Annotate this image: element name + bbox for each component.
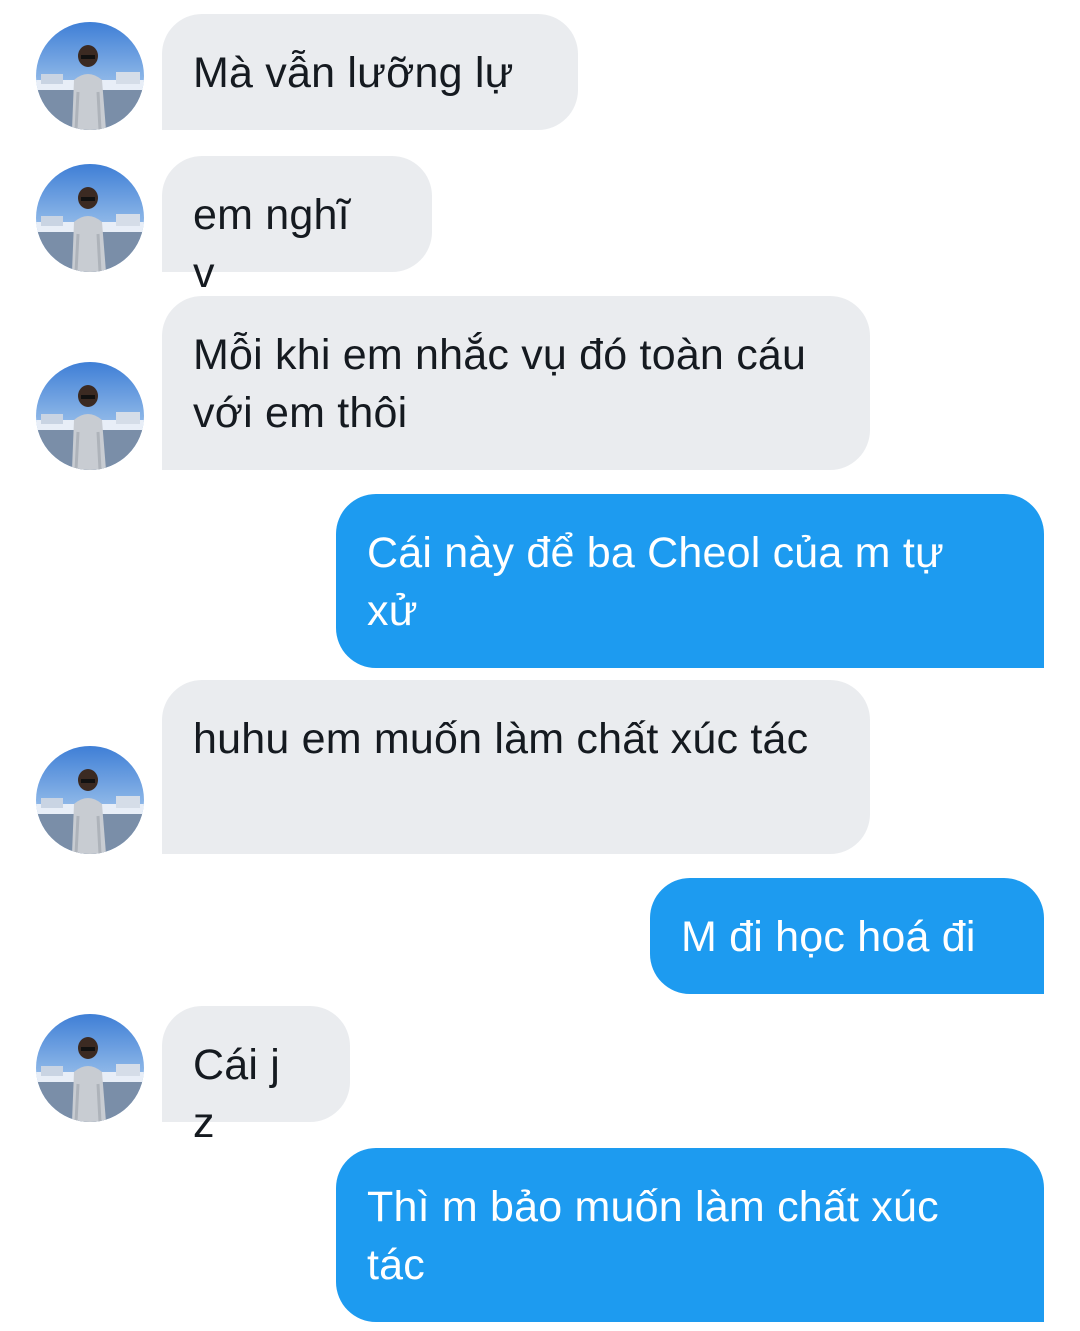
message-row-outgoing: Thì m bảo muốn làm chất xúc tác [0,1148,1080,1322]
avatar-photo-icon [36,1014,144,1122]
message-row-outgoing: Cái này để ba Cheol của m tự xử [0,494,1080,668]
contact-avatar[interactable] [36,164,144,272]
message-bubble-incoming[interactable]: em nghĩ v [162,156,432,297]
message-bubble-incoming[interactable]: Mà vẫn lưỡng lự [162,14,578,130]
message-row-incoming: Mỗi khi em nhắc vụ đó toàn cáu với em th… [0,296,1080,470]
contact-avatar[interactable] [36,22,144,130]
message-bubble-incoming[interactable]: huhu em muốn làm chất xúc tác [162,680,870,854]
message-bubble-incoming[interactable]: Cái j z [162,1006,350,1147]
message-bubble-incoming[interactable]: Mỗi khi em nhắc vụ đó toàn cáu với em th… [162,296,870,470]
message-bubble-outgoing[interactable]: Cái này để ba Cheol của m tự xử [336,494,1044,668]
contact-avatar[interactable] [36,1014,144,1122]
message-thread: Mà vẫn lưỡng lự em nghĩ v Mỗi khi em nhắ… [0,0,1080,1331]
contact-avatar[interactable] [36,362,144,470]
message-row-incoming: huhu em muốn làm chất xúc tác [0,680,1080,854]
avatar-photo-icon [36,164,144,272]
message-bubble-outgoing[interactable]: Thì m bảo muốn làm chất xúc tác [336,1148,1044,1322]
avatar-photo-icon [36,746,144,854]
avatar-photo-icon [36,22,144,130]
message-bubble-outgoing[interactable]: M đi học hoá đi [650,878,1044,994]
avatar-photo-icon [36,362,144,470]
message-row-incoming: Mà vẫn lưỡng lự [0,14,1080,130]
message-row-incoming: Cái j z [0,1006,1080,1147]
message-row-incoming: em nghĩ v [0,156,1080,297]
contact-avatar[interactable] [36,746,144,854]
message-row-outgoing: M đi học hoá đi [0,878,1080,994]
